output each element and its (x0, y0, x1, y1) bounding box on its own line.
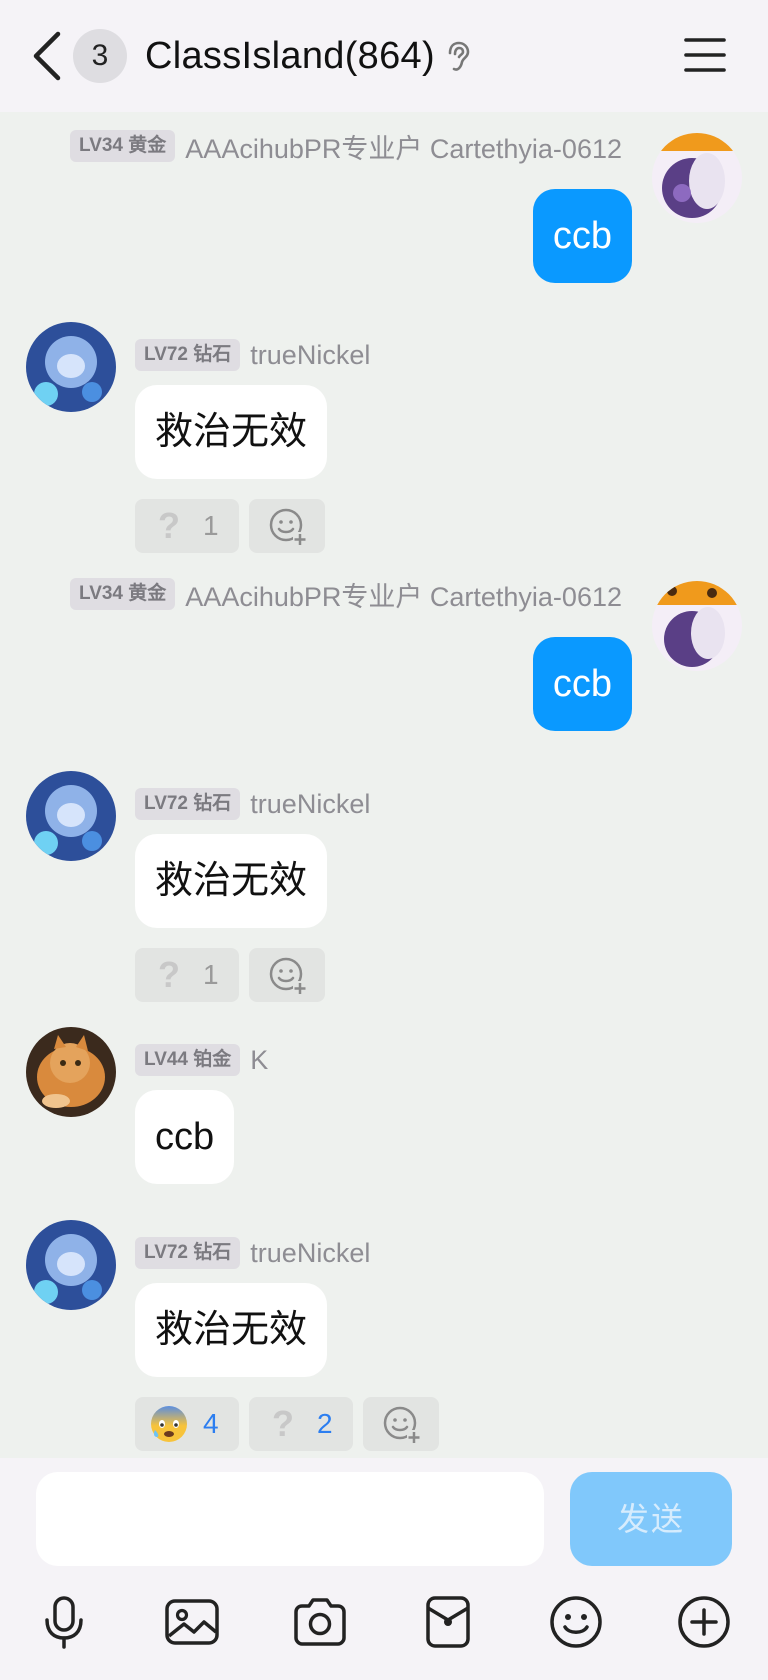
message-bubble[interactable]: 救治无效 (135, 385, 328, 479)
back-button[interactable] (30, 30, 66, 82)
reaction-count: 1 (203, 959, 219, 990)
composer: 发送 (0, 1458, 768, 1680)
send-button[interactable]: 发送 (570, 1472, 732, 1566)
level-badge: LV44 铂金 (135, 1044, 241, 1076)
red-packet-button[interactable] (418, 1592, 478, 1652)
reaction-chip[interactable]: ? 1 (135, 499, 239, 553)
message-bubble[interactable]: 救治无效 (135, 834, 328, 928)
image-icon (165, 1599, 219, 1645)
reaction-count: 1 (203, 510, 219, 541)
sender-meta: LV72 钻石 trueNickel (135, 338, 370, 372)
more-button[interactable] (674, 1592, 734, 1652)
ear-icon[interactable] (445, 40, 471, 74)
add-reaction-button[interactable] (249, 499, 325, 553)
message-bubble[interactable]: ccb (532, 189, 632, 283)
sender-name[interactable]: trueNickel (250, 340, 370, 371)
reaction-chip[interactable]: 4 (135, 1397, 239, 1451)
camera-icon (294, 1598, 346, 1646)
question-mark-icon: ? (158, 954, 180, 995)
avatar[interactable] (652, 581, 742, 671)
sender-name[interactable]: AAAcihubPR专业户 Cartethyia-0612 (185, 575, 622, 614)
reaction-chip[interactable]: ? 2 (249, 1397, 353, 1451)
question-mark-icon: ? (272, 1403, 294, 1444)
avatar[interactable] (26, 322, 116, 412)
add-reaction-button[interactable] (249, 948, 325, 1002)
level-badge: LV72 钻石 (135, 1237, 241, 1269)
hamburger-menu-icon (684, 38, 726, 72)
add-reaction-icon (269, 957, 307, 995)
message-input[interactable] (36, 1472, 544, 1566)
reactions: ? 1 (135, 499, 325, 553)
emoji-icon (550, 1596, 602, 1648)
sender-name[interactable]: K (250, 1045, 268, 1076)
unread-count-badge[interactable]: 3 (73, 29, 127, 83)
reactions: 4 ? 2 (135, 1397, 439, 1451)
add-reaction-icon (383, 1406, 421, 1444)
reaction-count: 4 (203, 1408, 219, 1439)
add-reaction-button[interactable] (363, 1397, 439, 1451)
sender-name[interactable]: trueNickel (250, 1238, 370, 1269)
microphone-button[interactable] (34, 1592, 94, 1652)
back-chevron-icon (33, 31, 61, 81)
avatar[interactable] (26, 1220, 116, 1310)
avatar[interactable] (652, 133, 742, 223)
reactions: ? 1 (135, 948, 325, 1002)
question-mark-icon: ? (158, 505, 180, 546)
message-bubble[interactable]: ccb (532, 637, 632, 731)
plus-icon (678, 1596, 730, 1648)
add-reaction-icon (269, 508, 307, 546)
image-button[interactable] (162, 1592, 222, 1652)
level-badge: LV34 黄金 (70, 578, 176, 610)
microphone-icon (45, 1596, 83, 1649)
chat-title[interactable]: ClassIsland(864) (145, 30, 435, 82)
emoji-button[interactable] (546, 1592, 606, 1652)
anxious-face-emoji-icon (151, 1406, 187, 1442)
sender-meta: LV72 钻石 trueNickel (135, 1236, 370, 1270)
avatar[interactable] (26, 771, 116, 861)
reaction-count: 2 (317, 1408, 333, 1439)
camera-button[interactable] (290, 1592, 350, 1652)
menu-button[interactable] (684, 36, 726, 74)
message-bubble[interactable]: ccb (135, 1090, 235, 1184)
message-list[interactable]: LV34 黄金 AAAcihubPR专业户 Cartethyia-0612 cc… (0, 112, 768, 1458)
message-bubble[interactable]: 救治无效 (135, 1283, 328, 1377)
sender-name[interactable]: trueNickel (250, 789, 370, 820)
sender-meta: LV34 黄金 AAAcihubPR专业户 Cartethyia-0612 (70, 127, 622, 166)
red-packet-icon (426, 1596, 470, 1648)
avatar[interactable] (26, 1027, 116, 1117)
sender-name[interactable]: AAAcihubPR专业户 Cartethyia-0612 (185, 127, 622, 166)
level-badge: LV72 钻石 (135, 339, 241, 371)
sender-meta: LV72 钻石 trueNickel (135, 787, 370, 821)
sender-meta: LV34 黄金 AAAcihubPR专业户 Cartethyia-0612 (70, 575, 622, 614)
level-badge: LV34 黄金 (70, 130, 176, 162)
chat-header: 3 ClassIsland(864) (0, 0, 768, 112)
reaction-chip[interactable]: ? 1 (135, 948, 239, 1002)
sender-meta: LV44 铂金 K (135, 1043, 268, 1077)
level-badge: LV72 钻石 (135, 788, 241, 820)
